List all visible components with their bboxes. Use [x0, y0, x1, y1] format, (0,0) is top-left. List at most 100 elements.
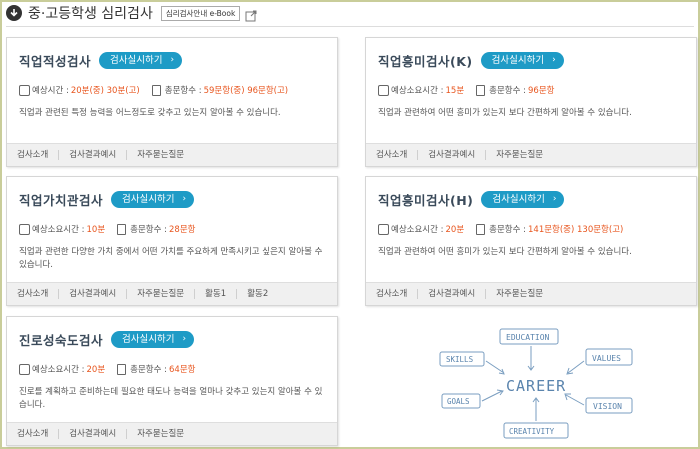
time-value: 20분	[445, 225, 465, 235]
time-value: 20분	[86, 365, 106, 375]
start-test-label: 검사실시하기	[122, 334, 175, 345]
start-test-label: 검사실시하기	[122, 194, 175, 205]
time-value: 20분(중) 30분(고)	[70, 86, 140, 96]
goals-text: GOALS	[447, 397, 470, 406]
link-activity-2[interactable]: 활동2	[236, 289, 278, 299]
clock-icon	[378, 84, 389, 96]
chevron-right-icon: ›	[170, 55, 175, 65]
document-icon	[117, 223, 127, 235]
count-label: 총문항수 :	[489, 86, 526, 96]
test-card-values: 직업가치관검사 검사실시하기 › 예상소요시간 : 10분 총문항수 : 28문항…	[6, 176, 338, 306]
values-text: VALUES	[592, 354, 621, 363]
time-label: 예상소요시간 :	[391, 86, 444, 96]
link-test-intro[interactable]: 검사소개	[366, 289, 417, 299]
external-link-icon[interactable]	[245, 7, 257, 22]
card-title: 직업가치관검사	[19, 193, 104, 208]
start-test-label: 검사실시하기	[492, 194, 545, 205]
link-test-intro[interactable]: 검사소개	[366, 150, 417, 160]
start-test-button[interactable]: 검사실시하기 ›	[480, 52, 564, 69]
link-result-example[interactable]: 검사결과예시	[417, 289, 485, 299]
card-description: 직업과 관련하여 어떤 흥미가 있는지 보다 간편하게 알아볼 수 있습니다.	[378, 108, 632, 118]
card-description: 직업과 관련하여 어떤 흥미가 있는지 보다 간편하게 알아볼 수 있습니다.	[378, 247, 632, 257]
card-description: 진로를 계획하고 준비하는데 필요한 태도나 능력을 얼마나 갖추고 있는지 알…	[19, 387, 323, 410]
skills-text: SKILLS	[446, 355, 474, 364]
time-label: 예상시간 :	[32, 86, 69, 96]
time-value: 10분	[86, 225, 106, 235]
chevron-right-icon: ›	[182, 194, 187, 204]
link-faq[interactable]: 자주묻는질문	[485, 289, 553, 299]
time-value: 15분	[445, 86, 465, 96]
link-faq[interactable]: 자주묻는질문	[485, 150, 553, 160]
test-card-interest-h: 직업흥미검사(H) 검사실시하기 › 예상소요시간 : 20분 총문항수 : 14…	[365, 176, 697, 306]
test-card-maturity: 진로성숙도검사 검사실시하기 › 예상소요시간 : 20분 총문항수 : 64문항…	[6, 316, 338, 446]
arrow-goals	[481, 389, 504, 402]
count-label: 총문항수 :	[130, 225, 167, 235]
card-description: 직업과 관련한 다양한 가치 중에서 어떤 가치를 주요하게 만족시키고 싶은지…	[19, 247, 323, 270]
clock-icon	[19, 84, 30, 96]
page-title: 중·고등학생 심리검사	[28, 6, 153, 22]
card-footer: 검사소개 검사결과예시 자주묻는질문	[366, 282, 696, 305]
link-faq[interactable]: 자주묻는질문	[126, 429, 194, 439]
download-circle-icon	[6, 5, 22, 21]
count-value: 28문항	[169, 225, 196, 235]
career-center-text: CAREER	[506, 377, 566, 395]
clock-icon	[19, 223, 30, 235]
arrow-creativity	[532, 397, 540, 421]
arrow-skills	[485, 360, 505, 375]
document-icon	[476, 223, 486, 235]
link-result-example[interactable]: 검사결과예시	[417, 150, 485, 160]
link-test-intro[interactable]: 검사소개	[7, 150, 58, 160]
start-test-button[interactable]: 검사실시하기 ›	[99, 52, 183, 69]
start-test-button[interactable]: 검사실시하기 ›	[481, 191, 565, 208]
document-icon	[117, 363, 127, 375]
count-label: 총문항수 :	[164, 86, 202, 96]
start-test-label: 검사실시하기	[491, 55, 545, 66]
time-label: 예상소요시간 :	[32, 365, 85, 375]
link-faq[interactable]: 자주묻는질문	[126, 289, 194, 299]
chevron-right-icon: ›	[552, 55, 556, 65]
start-test-button[interactable]: 검사실시하기 ›	[111, 331, 195, 348]
career-diagram: CAREER EDUCATION SKILLS VALUES GOALS VIS…	[439, 328, 633, 439]
link-result-example[interactable]: 검사결과예시	[58, 289, 126, 299]
card-title: 진로성숙도검사	[19, 333, 104, 348]
link-result-example[interactable]: 검사결과예시	[58, 429, 126, 439]
card-title: 직업흥미검사(K)	[378, 54, 473, 69]
arrow-education	[527, 346, 535, 371]
chevron-right-icon: ›	[182, 334, 187, 344]
arrow-values	[566, 360, 585, 375]
count-value: 96문항	[528, 86, 555, 96]
test-card-aptitude: 직업적성검사 검사실시하기 › 예상시간 : 20분(중) 30분(고) 총문항수…	[6, 37, 338, 167]
card-footer: 검사소개 검사결과예시 자주묻는질문	[7, 143, 337, 166]
creativity-text: CREATIVITY	[509, 427, 555, 436]
chevron-right-icon: ›	[552, 194, 557, 204]
header-divider	[6, 26, 694, 27]
ebook-guide-button[interactable]: 심리검사안내 e-Book	[160, 5, 241, 21]
count-value: 59문항(중) 96문항(고)	[203, 86, 289, 96]
card-title: 직업적성검사	[19, 54, 92, 69]
card-title: 직업흥미검사(H)	[378, 193, 474, 208]
count-label: 총문항수 :	[489, 225, 526, 235]
count-value: 64문항	[169, 365, 196, 375]
link-result-example[interactable]: 검사결과예시	[58, 150, 126, 160]
time-label: 예상소요시간 :	[391, 225, 444, 235]
link-test-intro[interactable]: 검사소개	[7, 429, 58, 439]
card-footer: 검사소개 검사결과예시 자주묻는질문 활동1 활동2	[7, 282, 337, 305]
link-activity-1[interactable]: 활동1	[194, 289, 236, 299]
card-description: 직업과 관련된 특정 능력을 어느정도로 갖추고 있는지 알아볼 수 있습니다.	[19, 108, 281, 118]
document-icon	[476, 84, 486, 96]
time-label: 예상소요시간 :	[32, 225, 85, 235]
clock-icon	[19, 363, 30, 375]
clock-icon	[378, 223, 389, 235]
count-label: 총문항수 :	[130, 365, 167, 375]
count-value: 141문항(중) 130문항(고)	[528, 225, 624, 235]
card-footer: 검사소개 검사결과예시 자주묻는질문	[7, 422, 337, 445]
education-text: EDUCATION	[506, 333, 550, 342]
document-icon	[151, 84, 161, 96]
link-faq[interactable]: 자주묻는질문	[126, 150, 194, 160]
link-test-intro[interactable]: 검사소개	[7, 289, 58, 299]
page-header: 중·고등학생 심리검사 심리검사안내 e-Book	[6, 3, 257, 23]
start-test-button[interactable]: 검사실시하기 ›	[111, 191, 195, 208]
start-test-label: 검사실시하기	[110, 55, 163, 66]
arrow-vision	[564, 393, 585, 406]
card-footer: 검사소개 검사결과예시 자주묻는질문	[366, 143, 696, 166]
